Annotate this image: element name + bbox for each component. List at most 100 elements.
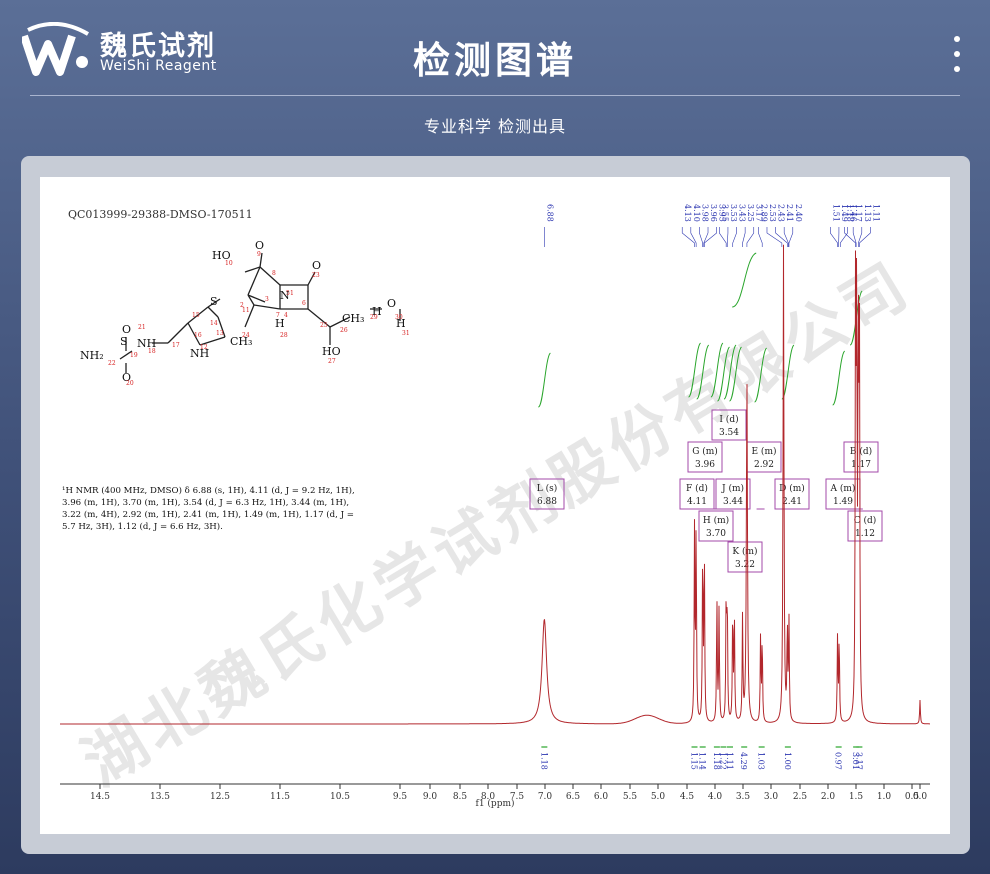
multiplet-shift: 3.96 bbox=[695, 460, 715, 470]
peak-leader-line bbox=[858, 227, 863, 247]
multiplet-shift: 3.44 bbox=[723, 497, 743, 507]
atom-index-label: 1 bbox=[290, 290, 294, 297]
peak-shift-label: 1.13 bbox=[863, 204, 872, 222]
atom-index-label: 12 bbox=[200, 344, 208, 351]
atom-index-label: 15 bbox=[192, 312, 200, 319]
peak-shift-label: 1.18 bbox=[846, 204, 855, 222]
multiplet-letter: I (d) bbox=[719, 414, 738, 425]
atom-index-label: 24 bbox=[242, 332, 250, 339]
peak-leader-line bbox=[844, 227, 856, 247]
x-tick-label: 9.0 bbox=[423, 792, 438, 802]
multiplet-letter: C (d) bbox=[854, 515, 877, 526]
multiplet-letter: L (s) bbox=[537, 483, 557, 494]
svg-text:NH₂: NH₂ bbox=[80, 349, 104, 362]
x-tick-label: 3.5 bbox=[736, 792, 751, 802]
atom-index-label: 11 bbox=[242, 307, 250, 314]
peak-shift-label: 2.43 bbox=[777, 204, 786, 222]
x-tick-label: 6.0 bbox=[594, 792, 609, 802]
peak-shift-label: 1.51 bbox=[831, 204, 840, 222]
svg-text:HO: HO bbox=[322, 345, 341, 358]
atom-index-label: 13 bbox=[216, 330, 224, 337]
molecule-structure: HO O S N O H CH₃ HO CH₃ O H H NH NH S NH… bbox=[80, 239, 410, 387]
x-tick-label: 5.0 bbox=[651, 792, 666, 802]
peak-leader-line bbox=[746, 227, 755, 247]
atom-index-label: 5 bbox=[286, 290, 290, 297]
x-tick-label: 1.5 bbox=[849, 792, 864, 802]
more-menu-icon[interactable] bbox=[948, 36, 966, 72]
atom-index-label: 27 bbox=[328, 358, 336, 365]
atom-index-label: 25 bbox=[320, 322, 328, 329]
multiplet-letter: E (m) bbox=[752, 446, 777, 457]
x-tick-label: 5.5 bbox=[623, 792, 638, 802]
integral-curve bbox=[537, 352, 551, 408]
peak-leader-line bbox=[699, 227, 703, 247]
svg-text:S: S bbox=[120, 335, 128, 348]
x-tick-label: 1.0 bbox=[877, 792, 892, 802]
atom-index-label: 9 bbox=[257, 251, 261, 258]
x-tick-label: 2.5 bbox=[793, 792, 808, 802]
multiplet-letter: K (m) bbox=[732, 546, 757, 557]
peak-shift-label: 4.10 bbox=[692, 204, 701, 222]
atom-index-label: 22 bbox=[108, 360, 116, 367]
peak-shift-label: 3.96 bbox=[709, 204, 718, 222]
integral-value: 1.03 bbox=[757, 752, 766, 770]
peak-shift-label: 6.88 bbox=[545, 204, 554, 222]
multiplet-shift: 6.88 bbox=[537, 497, 557, 507]
integral-value: 0.97 bbox=[834, 752, 843, 770]
x-tick-label: 10.5 bbox=[330, 792, 350, 802]
x-tick-label: 6.5 bbox=[566, 792, 581, 802]
x-tick-label: 13.5 bbox=[150, 792, 170, 802]
peak-leader-line bbox=[690, 227, 697, 247]
multiplet-shift: 3.70 bbox=[706, 529, 726, 539]
atom-index-label: 20 bbox=[126, 380, 134, 387]
integral-value: 4.29 bbox=[739, 752, 748, 770]
peak-shift-label: 3.53 bbox=[729, 204, 738, 222]
peak-shift-label: 1.17 bbox=[854, 204, 863, 222]
peak-shift-label: 2.89 bbox=[759, 204, 768, 222]
integral-value: 1.00 bbox=[783, 752, 792, 770]
integral-value: 3.17 bbox=[854, 752, 863, 770]
x-tick-label: 11.5 bbox=[270, 792, 290, 802]
x-tick-label: 7.0 bbox=[538, 792, 553, 802]
atom-index-label: 8 bbox=[272, 270, 276, 277]
atom-index-label: 14 bbox=[210, 320, 218, 327]
peak-leader-line bbox=[742, 227, 746, 247]
atom-index-label: 30 bbox=[395, 314, 403, 321]
svg-text:O: O bbox=[387, 297, 396, 310]
multiplet-shift: 1.17 bbox=[851, 460, 871, 470]
peak-leader-line bbox=[719, 227, 727, 247]
peak-shift-label: 3.55 bbox=[720, 204, 729, 222]
atom-index-label: 21 bbox=[138, 324, 146, 331]
nmr-spectrum-chart: QC013999-29388-DMSO-170511 HO O S N O H … bbox=[60, 204, 930, 809]
atom-index-label: 4 bbox=[284, 312, 288, 319]
atom-index-label: 17 bbox=[172, 342, 180, 349]
page-title: 检测图谱 bbox=[413, 39, 577, 82]
x-tick-label: 0.0 bbox=[913, 792, 928, 802]
multiplet-shift: 2.41 bbox=[782, 497, 802, 507]
multiplet-shift: 2.92 bbox=[754, 460, 774, 470]
svg-text:CH₃: CH₃ bbox=[342, 312, 364, 325]
header-divider bbox=[30, 95, 960, 96]
peak-leader-line bbox=[732, 227, 737, 247]
x-tick-label: 4.0 bbox=[708, 792, 723, 802]
atom-index-label: 16 bbox=[194, 332, 202, 339]
x-tick-label: 4.5 bbox=[680, 792, 695, 802]
peak-shift-label: 2.41 bbox=[785, 204, 794, 222]
multiplet-letter: H (m) bbox=[703, 515, 729, 526]
x-tick-label: 8.5 bbox=[453, 792, 468, 802]
atom-index-label: 7 bbox=[276, 312, 280, 319]
integral-value: 1.11 bbox=[725, 752, 734, 770]
atom-index-label: 6 bbox=[302, 300, 306, 307]
multiplet-shift: 1.49 bbox=[833, 497, 853, 507]
nmr-description: ¹H NMR (400 MHz, DMSO) δ 6.88 (s, 1H), 4… bbox=[62, 486, 355, 532]
chart-title: QC013999-29388-DMSO-170511 bbox=[68, 208, 253, 221]
x-tick-label: 3.0 bbox=[764, 792, 779, 802]
peak-leader-line bbox=[839, 227, 848, 247]
svg-text:O: O bbox=[312, 259, 321, 272]
multiplet-shift: 3.22 bbox=[735, 560, 755, 570]
atom-index-label: 31 bbox=[402, 330, 410, 337]
integral-value: 1.15 bbox=[690, 752, 699, 770]
peak-shift-label: 3.98 bbox=[700, 204, 709, 222]
peak-leader-line bbox=[788, 227, 794, 247]
header: 魏氏试剂 WeiShi Reagent 检测图谱 专业科学 检测出具 bbox=[0, 0, 990, 160]
